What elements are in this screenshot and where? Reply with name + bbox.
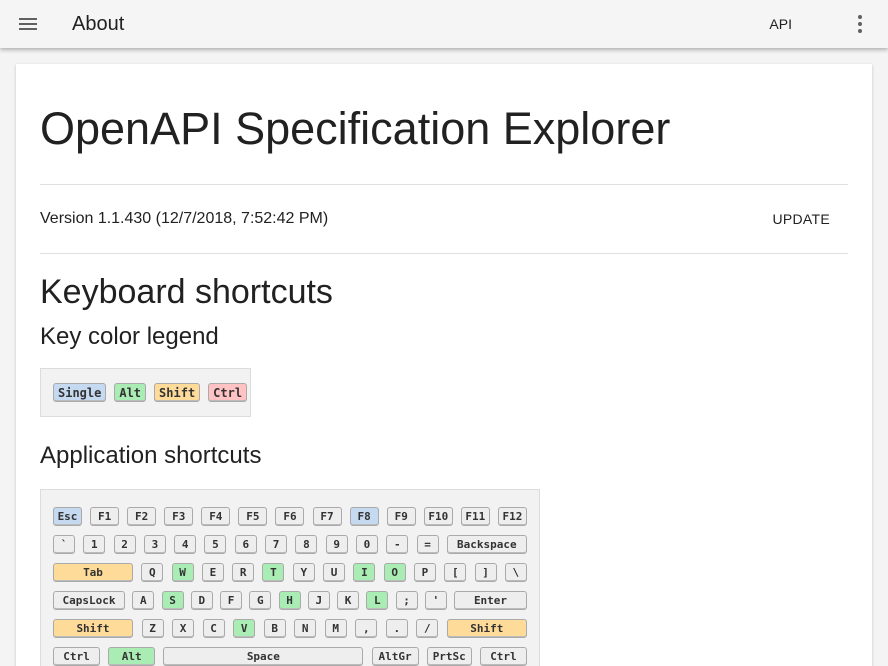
key-r: R	[232, 562, 255, 582]
key-k: K	[337, 590, 359, 610]
key-y: Y	[292, 562, 315, 582]
key-f5: F5	[238, 506, 268, 526]
key-e: E	[201, 562, 224, 582]
key-space: Space	[163, 646, 364, 666]
legend-key-alt: Alt	[114, 383, 147, 402]
key-sym9: .	[385, 618, 408, 638]
key-o: O	[383, 562, 406, 582]
key-f6: F6	[275, 506, 305, 526]
key-sym0: `	[53, 534, 75, 554]
api-link[interactable]: API	[769, 16, 792, 32]
keyboard-row-space: Ctrl Alt Space AltGr PrtSc Ctrl	[53, 642, 527, 666]
key-color-legend-heading: Key color legend	[40, 323, 219, 350]
key-9: 9	[325, 534, 348, 554]
menu-button[interactable]	[0, 0, 56, 48]
key-sym11: -	[386, 534, 409, 554]
more-vert-icon[interactable]	[832, 0, 888, 48]
key-altgr: AltGr	[371, 646, 419, 666]
keyboard-row-home: CapsLock A S D F G H J K L; ' Enter	[53, 586, 527, 614]
keyboard-row-number: ` 1 2 3 4 5 6 7 8 9 0- = Backspace	[53, 530, 527, 558]
key-sym10: /	[416, 618, 439, 638]
key-8: 8	[295, 534, 318, 554]
key-u: U	[323, 562, 346, 582]
keyboard-shortcuts-heading: Keyboard shortcuts	[40, 273, 333, 311]
keyboard-row-bottom: Shift Z X C V B N M,. / Shift	[53, 614, 527, 642]
keyboard-row-function: Esc F1 F2 F3 F4 F5 F6 F7 F8 F9 F10 F11 F12	[53, 502, 527, 530]
key-t: T	[262, 562, 285, 582]
key-alt: Alt	[108, 646, 156, 666]
key-w: W	[171, 562, 194, 582]
key-6: 6	[234, 534, 257, 554]
key-4: 4	[174, 534, 197, 554]
key-sym11: '	[424, 590, 447, 610]
key-backspace: Backspace	[446, 534, 527, 554]
key-j: J	[307, 590, 330, 610]
app-bar: About API	[0, 0, 888, 48]
key-f12: F12	[497, 506, 527, 526]
key-l: L	[366, 590, 389, 610]
key-f: F	[220, 590, 242, 610]
legend-key-ctrl: Ctrl	[208, 383, 248, 402]
key-enter: Enter	[454, 590, 527, 610]
menu-icon	[19, 18, 37, 30]
application-shortcuts-heading: Application shortcuts	[40, 442, 262, 469]
key-5: 5	[204, 534, 227, 554]
key-ctrl: Ctrl	[53, 646, 100, 666]
key-prtsc: PrtSc	[426, 646, 472, 666]
key-b: B	[263, 618, 286, 638]
key-3: 3	[143, 534, 166, 554]
page-title: About	[72, 12, 125, 35]
legend-key-shift: Shift	[154, 383, 201, 402]
key-0: 0	[355, 534, 378, 554]
key-capslock: CapsLock	[53, 590, 125, 610]
key-f4: F4	[201, 506, 231, 526]
key-f11: F11	[460, 506, 490, 526]
key-g: G	[249, 590, 272, 610]
key-p: P	[413, 562, 436, 582]
key-color-legend: Single Alt Shift Ctrl	[40, 368, 251, 417]
key-z: Z	[141, 618, 164, 638]
key-v: V	[233, 618, 256, 638]
key-2: 2	[113, 534, 136, 554]
app-name-heading: OpenAPI Specification Explorer	[40, 103, 671, 154]
key-ctrl: Ctrl	[479, 646, 527, 666]
key-n: N	[294, 618, 317, 638]
key-f3: F3	[164, 506, 194, 526]
key-sym8: ,	[355, 618, 378, 638]
key-c: C	[202, 618, 225, 638]
key-f2: F2	[127, 506, 157, 526]
key-tab: Tab	[53, 562, 133, 582]
divider	[40, 253, 848, 254]
key-shift: Shift	[53, 618, 133, 638]
key-h: H	[278, 590, 301, 610]
key-7: 7	[265, 534, 288, 554]
key-sym11: [	[444, 562, 467, 582]
version-row: Version 1.1.430 (12/7/2018, 7:52:42 PM) …	[40, 185, 848, 253]
version-text: Version 1.1.430 (12/7/2018, 7:52:42 PM)	[40, 210, 329, 227]
key-f8: F8	[349, 506, 379, 526]
key-sym12: ]	[474, 562, 497, 582]
key-s: S	[161, 590, 184, 610]
keyboard-row-top: Tab Q W E R T Y U I O P [] \	[53, 558, 527, 586]
key-sym10: ;	[395, 590, 418, 610]
keyboard-layout: Esc F1 F2 F3 F4 F5 F6 F7 F8 F9 F10 F11 F12 ` 1 2 3 4 5 6 7 8…	[40, 489, 540, 666]
key-f7: F7	[312, 506, 342, 526]
key-m: M	[324, 618, 347, 638]
update-button[interactable]: UPDATE	[772, 211, 830, 227]
key-sym12: =	[416, 534, 439, 554]
legend-key-single: Single	[53, 383, 107, 402]
key-d: D	[190, 590, 213, 610]
key-esc: Esc	[53, 506, 82, 526]
key-q: Q	[141, 562, 164, 582]
key-a: A	[132, 590, 155, 610]
key-x: X	[172, 618, 195, 638]
key-sym13: \	[504, 562, 527, 582]
key-shift: Shift	[446, 618, 527, 638]
key-1: 1	[83, 534, 106, 554]
key-i: I	[353, 562, 376, 582]
key-f9: F9	[386, 506, 416, 526]
key-f10: F10	[423, 506, 453, 526]
key-f1: F1	[90, 506, 120, 526]
about-card: OpenAPI Specification Explorer Version 1…	[16, 64, 872, 666]
